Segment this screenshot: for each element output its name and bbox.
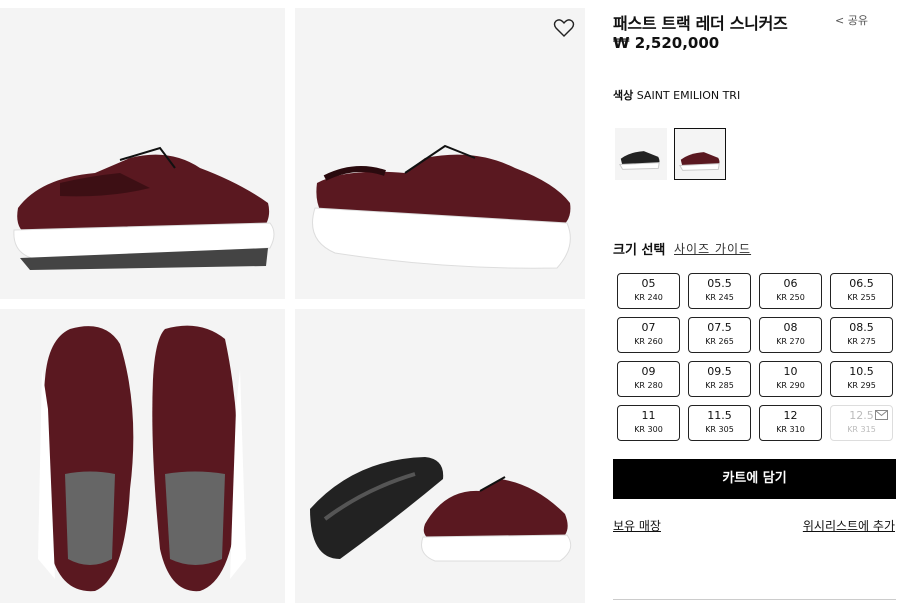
size-option[interactable]: 12 KR 310 <box>759 405 822 441</box>
product-image-top[interactable] <box>0 309 285 603</box>
shoe-side-image <box>13 146 275 270</box>
size-kr-label: KR 285 <box>705 381 734 390</box>
size-us-label: 10 <box>783 365 798 378</box>
share-icon: < <box>835 14 845 27</box>
divider <box>613 599 896 600</box>
product-info: 패스트 트랙 레더 스니커즈 < 공유 ₩ 2,520,000 색상 SAINT… <box>613 0 900 611</box>
size-us-label: 07 <box>641 321 656 334</box>
size-option[interactable]: 07 KR 260 <box>617 317 680 353</box>
size-us-label: 11 <box>641 409 656 422</box>
size-kr-label: KR 270 <box>776 337 805 346</box>
size-us-label: 05.5 <box>707 277 732 290</box>
size-guide-link[interactable]: 사이즈 가이드 <box>674 240 751 257</box>
size-kr-label: KR 275 <box>847 337 876 346</box>
size-option[interactable]: 10.5 KR 295 <box>830 361 893 397</box>
size-option[interactable]: 09.5 KR 285 <box>688 361 751 397</box>
size-us-label: 07.5 <box>707 321 732 334</box>
size-us-label: 11.5 <box>707 409 732 422</box>
size-kr-label: KR 295 <box>847 381 876 390</box>
size-us-label: 06.5 <box>849 277 874 290</box>
size-kr-label: KR 250 <box>776 293 805 302</box>
size-us-label: 10.5 <box>849 365 874 378</box>
size-us-label: 09.5 <box>707 365 732 378</box>
size-us-label: 08 <box>783 321 798 334</box>
mail-icon[interactable] <box>875 410 888 420</box>
color-value: SAINT EMILION TRI <box>636 89 741 102</box>
size-kr-label: KR 315 <box>847 425 876 434</box>
size-option[interactable]: 11.5 KR 305 <box>688 405 751 441</box>
store-availability-link[interactable]: 보유 매장 <box>613 517 661 534</box>
color-label: 색상 <box>613 89 634 102</box>
size-option[interactable]: 10 KR 290 <box>759 361 822 397</box>
size-kr-label: KR 305 <box>705 425 734 434</box>
size-kr-label: KR 260 <box>634 337 663 346</box>
size-option[interactable]: 11 KR 300 <box>617 405 680 441</box>
size-heading: 크기 선택 <box>613 243 666 258</box>
size-option[interactable]: 06.5 KR 255 <box>830 273 893 309</box>
product-image-side[interactable] <box>0 8 285 299</box>
size-option[interactable]: 05 KR 240 <box>617 273 680 309</box>
size-kr-label: KR 265 <box>705 337 734 346</box>
heart-icon[interactable] <box>553 18 575 38</box>
product-image-angle[interactable] <box>295 8 585 299</box>
size-option[interactable]: 12.5 KR 315 <box>830 405 893 441</box>
product-gallery <box>0 0 600 611</box>
share-button[interactable]: < 공유 <box>835 12 868 28</box>
size-us-label: 09 <box>641 365 656 378</box>
size-us-label: 05 <box>641 277 656 290</box>
product-image-pair[interactable] <box>295 309 585 603</box>
size-kr-label: KR 310 <box>776 425 805 434</box>
size-option[interactable]: 05.5 KR 245 <box>688 273 751 309</box>
size-option[interactable]: 07.5 KR 265 <box>688 317 751 353</box>
size-kr-label: KR 300 <box>634 425 663 434</box>
size-us-label: 08.5 <box>849 321 874 334</box>
size-kr-label: KR 245 <box>705 293 734 302</box>
product-title: 패스트 트랙 레더 스니커즈 <box>613 14 788 33</box>
shoe-pair-image <box>310 457 572 562</box>
size-kr-label: KR 255 <box>847 293 876 302</box>
size-option[interactable]: 09 KR 280 <box>617 361 680 397</box>
share-label: 공유 <box>847 14 868 27</box>
shoe-angle-image <box>312 144 571 269</box>
size-us-label: 12 <box>783 409 798 422</box>
shoe-top-image <box>38 325 246 592</box>
size-us-label: 06 <box>783 277 798 290</box>
size-option[interactable]: 06 KR 250 <box>759 273 822 309</box>
product-price: ₩ 2,520,000 <box>613 34 720 52</box>
color-swatch-saint-emilion[interactable] <box>674 128 726 180</box>
size-option[interactable]: 08 KR 270 <box>759 317 822 353</box>
color-swatch-black[interactable] <box>615 128 667 180</box>
size-option[interactable]: 08.5 KR 275 <box>830 317 893 353</box>
size-kr-label: KR 240 <box>634 293 663 302</box>
size-kr-label: KR 280 <box>634 381 663 390</box>
add-to-cart-button[interactable]: 카트에 담기 <box>613 459 896 499</box>
add-to-wishlist-link[interactable]: 위시리스트에 추가 <box>803 517 895 534</box>
color-row: 색상 SAINT EMILION TRI <box>613 87 740 103</box>
size-kr-label: KR 290 <box>776 381 805 390</box>
